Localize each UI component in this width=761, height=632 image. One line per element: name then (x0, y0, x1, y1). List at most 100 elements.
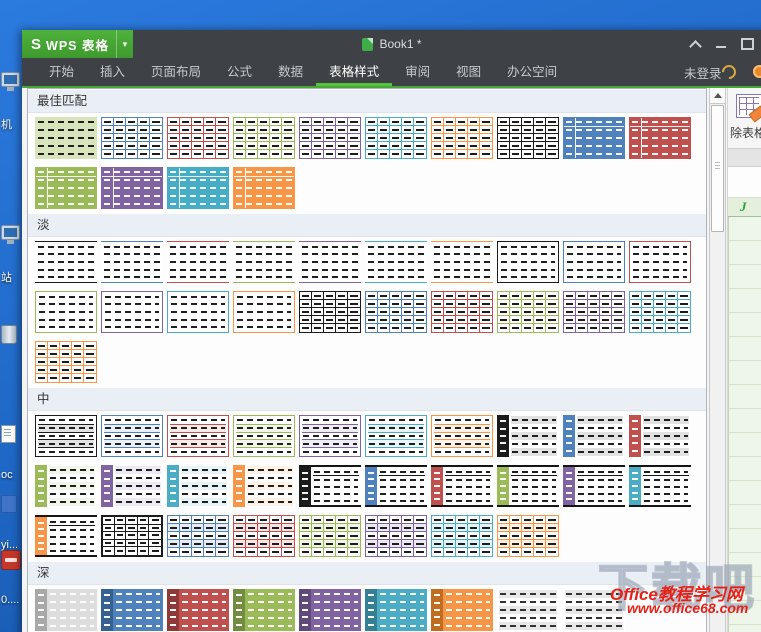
table-style-thumbnail[interactable] (497, 515, 559, 557)
table-style-thumbnail[interactable] (497, 465, 559, 507)
tab-页面布局[interactable]: 页面布局 (138, 58, 214, 86)
table-style-thumbnail[interactable] (233, 291, 295, 333)
table-style-thumbnail[interactable] (563, 241, 625, 283)
desktop-computer-icon[interactable] (1, 225, 23, 244)
table-style-thumbnail[interactable] (563, 589, 625, 631)
table-style-thumbnail[interactable] (101, 241, 163, 283)
column-header-j[interactable]: J (728, 198, 761, 217)
table-style-thumbnail[interactable] (233, 465, 295, 507)
reward-orange-icon[interactable] (753, 65, 761, 78)
table-style-thumbnail[interactable] (35, 167, 97, 209)
table-style-thumbnail[interactable] (365, 241, 427, 283)
tab-办公空间[interactable]: 办公空间 (494, 58, 570, 86)
table-style-thumbnail[interactable] (365, 291, 427, 333)
chevron-down-icon[interactable]: ▼ (115, 30, 133, 58)
table-style-thumbnail[interactable] (101, 291, 163, 333)
table-style-thumbnail[interactable] (167, 415, 229, 457)
table-style-thumbnail[interactable] (563, 117, 625, 159)
table-style-thumbnail[interactable] (629, 415, 691, 457)
table-style-thumbnail[interactable] (35, 117, 97, 159)
table-style-thumbnail[interactable] (563, 465, 625, 507)
table-style-thumbnail[interactable] (299, 415, 361, 457)
table-style-thumbnail[interactable] (233, 167, 295, 209)
table-style-thumbnail[interactable] (629, 117, 691, 159)
table-style-thumbnail[interactable] (299, 515, 361, 557)
tab-审阅[interactable]: 审阅 (392, 58, 443, 86)
table-style-thumbnail[interactable] (101, 589, 163, 631)
table-style-thumbnail[interactable] (629, 241, 691, 283)
table-style-thumbnail[interactable] (563, 291, 625, 333)
table-style-thumbnail[interactable] (167, 515, 229, 557)
tab-视图[interactable]: 视图 (443, 58, 494, 86)
table-style-thumbnail[interactable] (35, 515, 97, 557)
table-style-thumbnail[interactable] (299, 589, 361, 631)
table-style-thumbnail[interactable] (35, 341, 97, 383)
table-style-thumbnail[interactable] (629, 291, 691, 333)
table-style-thumbnail[interactable] (167, 117, 229, 159)
scrollbar-thumb[interactable] (711, 105, 724, 232)
table-style-thumbnail[interactable] (431, 415, 493, 457)
minimize-button[interactable] (708, 30, 734, 58)
tab-公式[interactable]: 公式 (214, 58, 265, 86)
tab-表格样式[interactable]: 表格样式 (316, 58, 392, 86)
table-style-thumbnail[interactable] (365, 465, 427, 507)
table-style-thumbnail[interactable] (497, 291, 559, 333)
table-style-thumbnail[interactable] (431, 117, 493, 159)
table-style-thumbnail[interactable] (101, 415, 163, 457)
table-style-thumbnail[interactable] (167, 167, 229, 209)
desktop-file-blue-icon[interactable] (1, 495, 23, 513)
table-style-thumbnail[interactable] (365, 415, 427, 457)
table-style-thumbnail[interactable] (35, 241, 97, 283)
clear-table-style-label[interactable]: 除表格样 (730, 124, 761, 141)
table-style-thumbnail[interactable] (431, 241, 493, 283)
table-style-thumbnail[interactable] (431, 515, 493, 557)
table-style-thumbnail[interactable] (365, 589, 427, 631)
collapse-ribbon-button[interactable] (682, 30, 708, 58)
table-style-thumbnail[interactable] (299, 465, 361, 507)
table-style-thumbnail[interactable] (299, 291, 361, 333)
desktop-computer-icon[interactable] (1, 72, 23, 91)
table-style-thumbnail[interactable] (497, 241, 559, 283)
table-style-thumbnail[interactable] (365, 117, 427, 159)
table-style-thumbnail[interactable] (101, 465, 163, 507)
table-style-thumbnail[interactable] (167, 465, 229, 507)
formula-bar[interactable] (728, 167, 761, 198)
table-style-thumbnail[interactable] (35, 465, 97, 507)
table-style-thumbnail[interactable] (167, 241, 229, 283)
desktop-recycle-bin-icon[interactable] (1, 325, 23, 344)
table-style-thumbnail[interactable] (101, 117, 163, 159)
wps-menu-button[interactable]: S WPS 表格 ▼ (22, 30, 133, 58)
table-style-thumbnail[interactable] (101, 167, 163, 209)
table-style-thumbnail[interactable] (35, 415, 97, 457)
scroll-up-button[interactable] (710, 88, 725, 104)
table-style-thumbnail[interactable] (233, 241, 295, 283)
table-style-thumbnail[interactable] (431, 291, 493, 333)
table-style-thumbnail[interactable] (497, 589, 559, 631)
table-style-thumbnail[interactable] (167, 589, 229, 631)
table-style-thumbnail[interactable] (35, 589, 97, 631)
table-style-thumbnail[interactable] (497, 415, 559, 457)
desktop-document-icon[interactable] (1, 425, 23, 443)
sheet-cells[interactable] (728, 217, 761, 632)
table-style-thumbnail[interactable] (563, 415, 625, 457)
table-style-thumbnail[interactable] (233, 415, 295, 457)
vip-gold-icon[interactable] (719, 62, 739, 82)
table-style-thumbnail[interactable] (35, 291, 97, 333)
table-style-thumbnail[interactable] (299, 117, 361, 159)
login-status[interactable]: 未登录 (684, 63, 722, 82)
table-style-thumbnail[interactable] (233, 515, 295, 557)
table-style-thumbnail[interactable] (299, 241, 361, 283)
table-style-thumbnail[interactable] (431, 589, 493, 631)
clear-table-style-icon[interactable] (736, 94, 761, 123)
maximize-button[interactable] (734, 30, 760, 58)
table-style-thumbnail[interactable] (233, 117, 295, 159)
tab-插入[interactable]: 插入 (87, 58, 138, 86)
gallery-scrollbar[interactable] (709, 88, 726, 632)
table-style-thumbnail[interactable] (629, 465, 691, 507)
tab-开始[interactable]: 开始 (36, 58, 87, 86)
table-style-thumbnail[interactable] (365, 515, 427, 557)
table-style-thumbnail[interactable] (431, 465, 493, 507)
tab-数据[interactable]: 数据 (265, 58, 316, 86)
desktop-app-red-icon[interactable] (1, 550, 23, 570)
table-style-thumbnail[interactable] (167, 291, 229, 333)
